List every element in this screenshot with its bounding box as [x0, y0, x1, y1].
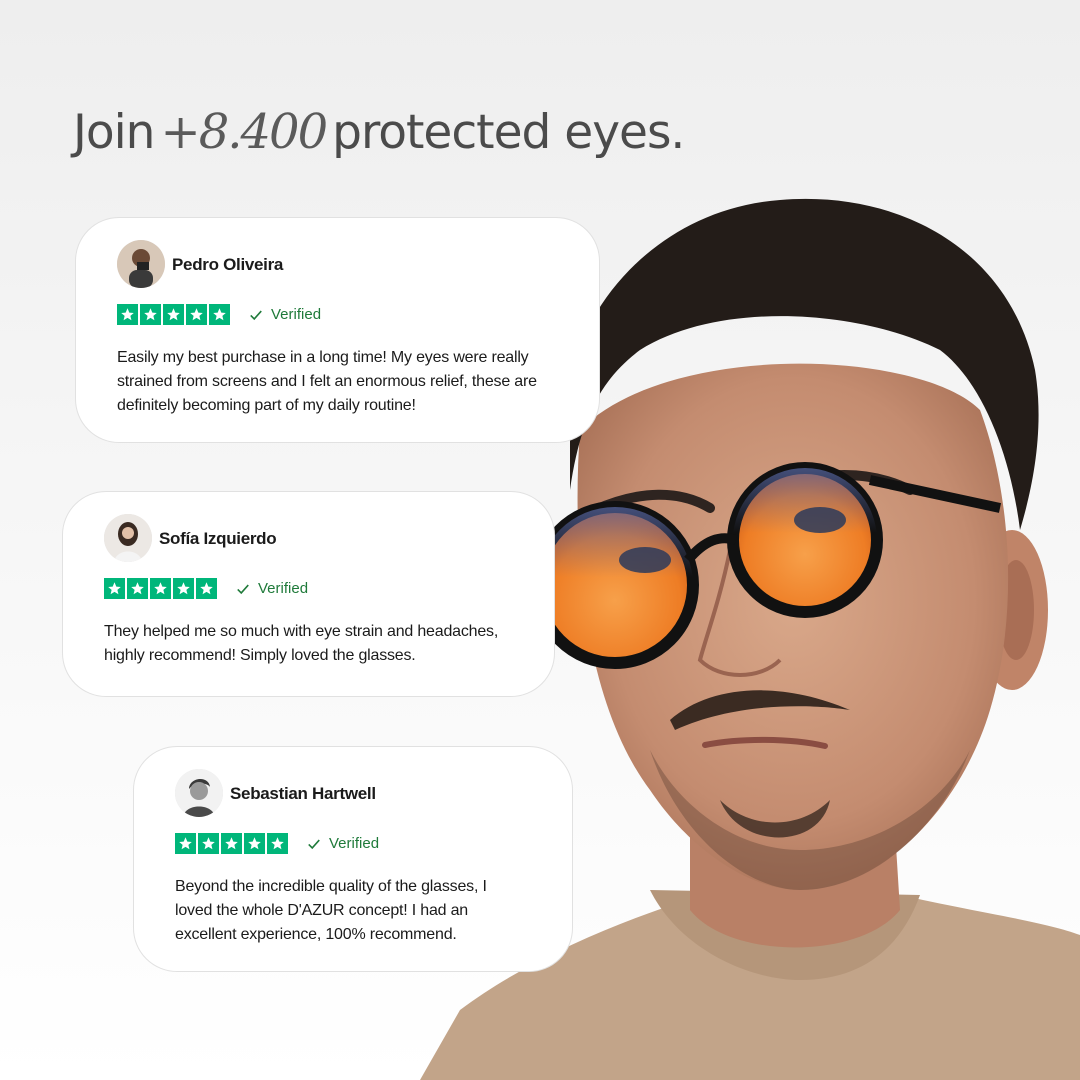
star-icon — [196, 578, 217, 599]
checkmark-icon — [236, 582, 250, 596]
verified-badge: Verified — [249, 306, 321, 323]
star-icon — [209, 304, 230, 325]
star-icon — [117, 304, 138, 325]
verified-badge: Verified — [236, 580, 308, 597]
star-icon — [198, 833, 219, 854]
star-icon — [175, 833, 196, 854]
review-card: Pedro Oliveira Verified Easily my best p… — [75, 217, 600, 443]
checkmark-icon — [249, 308, 263, 322]
star-rating — [117, 304, 230, 325]
reviewer-name: Sebastian Hartwell — [230, 784, 376, 803]
star-icon — [140, 304, 161, 325]
star-icon — [150, 578, 171, 599]
verified-label: Verified — [258, 580, 309, 597]
headline-count: +8.400 — [160, 104, 328, 160]
review-text: They helped me so much with eye strain a… — [104, 623, 499, 664]
verified-label: Verified — [329, 835, 380, 852]
verified-badge: Verified — [307, 835, 379, 852]
avatar — [117, 240, 165, 288]
headline: Join +8.400 protected eyes. — [73, 104, 685, 160]
headline-prefix: Join — [73, 105, 155, 160]
review-text: Beyond the incredible quality of the gla… — [175, 878, 487, 943]
star-icon — [186, 304, 207, 325]
verified-label: Verified — [271, 306, 322, 323]
reviewer-name: Pedro Oliveira — [172, 255, 284, 274]
star-rating — [175, 833, 288, 854]
star-icon — [221, 833, 242, 854]
avatar — [104, 514, 152, 562]
review-card: Sofía Izquierdo Verified They helped me … — [62, 491, 555, 697]
checkmark-icon — [307, 837, 321, 851]
avatar — [175, 769, 223, 817]
star-icon — [127, 578, 148, 599]
star-icon — [163, 304, 184, 325]
reviewer-name: Sofía Izquierdo — [159, 529, 277, 548]
review-text: Easily my best purchase in a long time! … — [117, 349, 537, 414]
star-rating — [104, 578, 217, 599]
review-card: Sebastian Hartwell Verified Beyond the i… — [133, 746, 573, 972]
star-icon — [267, 833, 288, 854]
star-icon — [104, 578, 125, 599]
star-icon — [244, 833, 265, 854]
headline-suffix: protected eyes. — [332, 105, 685, 160]
star-icon — [173, 578, 194, 599]
